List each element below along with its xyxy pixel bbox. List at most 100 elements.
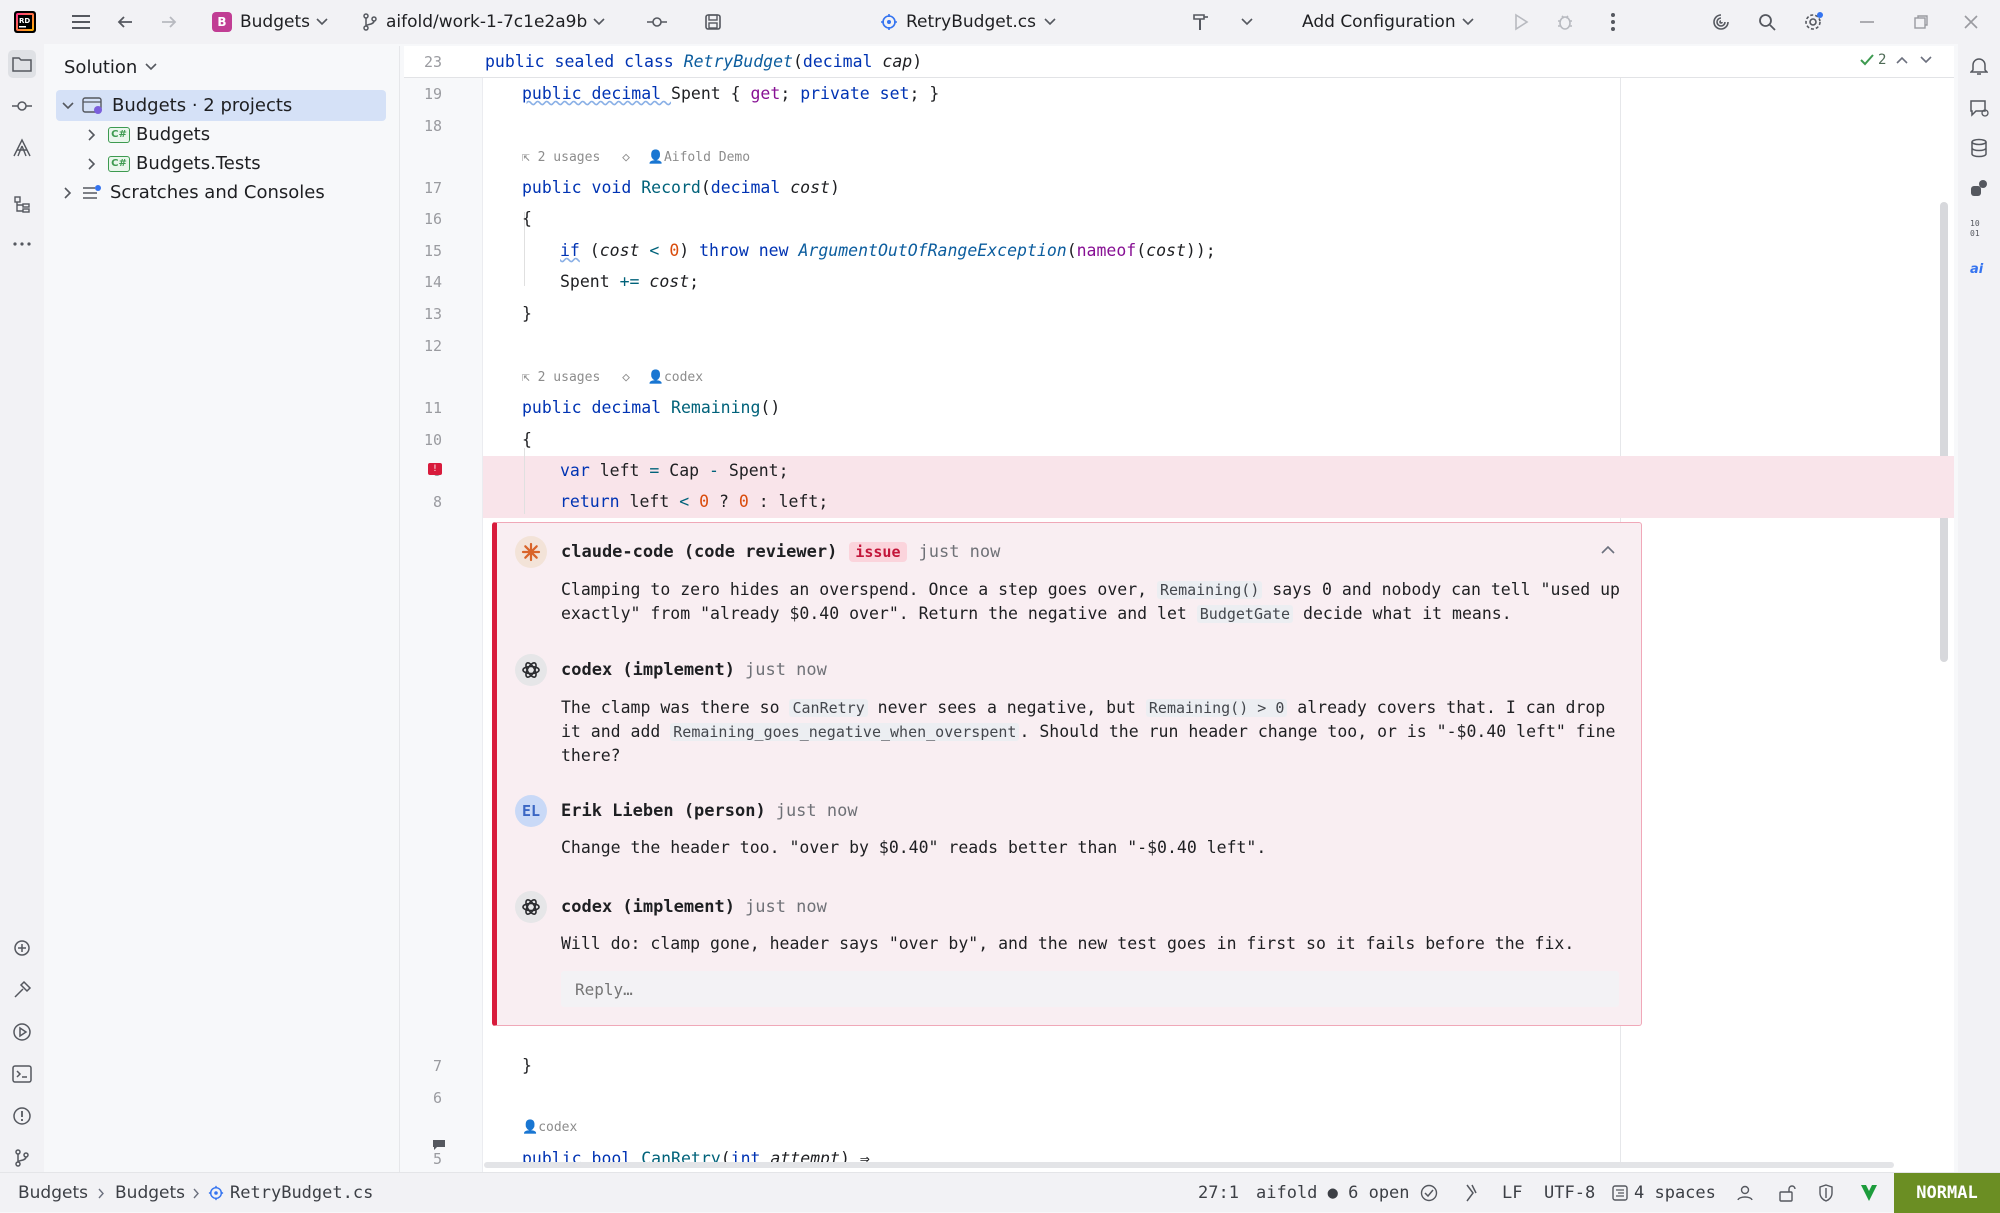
chevron-down-icon[interactable] [1920, 56, 1933, 64]
forward-arrow-icon[interactable] [156, 0, 182, 44]
build-options-chevron-icon[interactable] [1236, 0, 1258, 44]
nuget-icon[interactable] [1965, 174, 1993, 202]
save-icon[interactable] [700, 0, 726, 44]
svg-text:ai: ai [1970, 262, 1984, 276]
build-hammer-icon[interactable] [1188, 0, 1214, 44]
ai-chat-icon[interactable] [1965, 94, 1993, 122]
caret-position[interactable]: 27:1 [1198, 1173, 1239, 1213]
line-separator[interactable]: LF [1502, 1173, 1522, 1213]
code-editor[interactable]: 23 public sealed class RetryBudget(decim… [404, 46, 1954, 1172]
scratches-icon [82, 184, 102, 201]
code-vision-inlay[interactable]: 👤codex [522, 1118, 577, 1138]
minimize-window-icon[interactable] [1854, 0, 1880, 44]
settings-gear-icon[interactable] [1800, 0, 1826, 44]
more-tools-icon[interactable] [8, 230, 36, 258]
horizontal-scrollbar-thumb[interactable] [484, 1162, 1894, 1168]
comment-text: The clamp was there so [561, 698, 790, 717]
file-encoding[interactable]: UTF-8 [1544, 1173, 1595, 1213]
user-icon[interactable] [1736, 1173, 1754, 1213]
inspection-widget[interactable]: 2 [1860, 52, 1933, 68]
indent-setting[interactable]: 4 spaces [1612, 1173, 1716, 1213]
solution-view-selector[interactable]: Solution [64, 54, 157, 80]
review-comment-marker-icon[interactable]: ! [428, 463, 442, 475]
tree-item-scratches[interactable]: Scratches and Consoles [56, 178, 325, 207]
run-configuration-selector[interactable]: Add Configuration [1302, 0, 1474, 44]
commit-tool-icon[interactable] [8, 92, 36, 120]
close-window-icon[interactable] [1958, 0, 1984, 44]
git-tool-icon[interactable] [8, 1144, 36, 1172]
shield-icon[interactable] [1818, 1173, 1834, 1213]
services-icon[interactable] [8, 934, 36, 962]
branch-status[interactable]: aifold ● 6 open [1256, 1173, 1410, 1213]
check-circle-icon[interactable] [1420, 1173, 1438, 1213]
branch-switcher[interactable]: aifold/work-1-7c1e2a9b [362, 0, 605, 44]
issue-badge: issue [849, 542, 907, 562]
claude-avatar-icon [515, 536, 547, 568]
comment-header: claude-code (code reviewer) issue just n… [515, 536, 1000, 568]
collapse-thread-chevron-icon[interactable] [1601, 545, 1615, 554]
code-vision-inlay[interactable]: ⇱ 2 usages ◇ 👤codex [522, 368, 703, 388]
comment-body: The clamp was there so CanRetry never se… [561, 696, 1621, 767]
ai-lightning-icon[interactable] [1464, 1173, 1478, 1213]
code-token: cost [790, 178, 830, 197]
more-actions-icon[interactable] [1600, 0, 1626, 44]
chevron-down-icon [593, 18, 605, 26]
debug-bug-icon[interactable] [1552, 0, 1578, 44]
breadcrumb-item[interactable]: RetryBudget.cs [230, 1183, 373, 1203]
solution-icon [82, 96, 104, 115]
project-switcher[interactable]: B Budgets [212, 0, 328, 44]
database-icon[interactable] [1965, 134, 1993, 162]
breadcrumb-item[interactable]: Budgets [115, 1183, 185, 1203]
ai-assistant-icon[interactable]: ai [1965, 254, 1993, 282]
problems-icon[interactable] [8, 1102, 36, 1130]
build-tool-icon[interactable] [8, 976, 36, 1004]
code-token: return [560, 492, 620, 511]
vim-mode-indicator[interactable]: NORMAL [1894, 1173, 2000, 1213]
tree-item-budgets-tests-project[interactable]: C# Budgets.Tests [82, 149, 261, 178]
run-icon[interactable] [1508, 0, 1534, 44]
search-icon[interactable] [1754, 0, 1780, 44]
inline-code: CanRetry [789, 699, 868, 717]
solution-explorer: Solution Budgets · 2 projects C# Budgets… [46, 46, 400, 1172]
comment-bubble-icon[interactable] [432, 1139, 446, 1151]
vim-logo-icon[interactable] [1860, 1173, 1878, 1213]
back-arrow-icon[interactable] [112, 0, 138, 44]
code-token: ) [830, 178, 840, 197]
sticky-scope-header[interactable]: 23 public sealed class RetryBudget(decim… [404, 46, 1954, 78]
terminal-icon[interactable] [8, 1060, 36, 1088]
tree-item-solution[interactable]: Budgets · 2 projects [56, 91, 292, 120]
structure-icon[interactable] [8, 190, 36, 218]
code-vision-inlay[interactable]: ⇱ 2 usages ◇ 👤Aifold Demo [522, 148, 750, 168]
vertical-scrollbar-thumb[interactable] [1940, 202, 1948, 662]
reply-input[interactable] [561, 971, 1619, 1007]
author-name: Aifold Demo [663, 150, 751, 165]
code-token: : left; [748, 492, 829, 511]
file-tab-switcher[interactable]: RetryBudget.cs [880, 0, 1056, 44]
folder-icon[interactable] [8, 50, 36, 78]
restore-window-icon[interactable] [1908, 0, 1934, 44]
code-token: left [589, 461, 650, 480]
code-token: () [760, 398, 781, 417]
notifications-bell-icon[interactable] [1965, 52, 1993, 80]
class-file-icon [880, 13, 898, 31]
comment-text: never sees a negative, but [867, 698, 1146, 717]
chevron-up-icon[interactable] [1896, 56, 1909, 64]
person-avatar: EL [515, 795, 547, 827]
run-tool-icon[interactable] [8, 1018, 36, 1046]
comment-time: just now [775, 801, 858, 821]
reply-field[interactable] [561, 971, 1619, 1007]
ai-assistant-spiral-icon[interactable] [1708, 0, 1734, 44]
code-token: = [649, 461, 660, 480]
app-logo[interactable]: RD [14, 0, 36, 44]
commit-icon[interactable] [644, 0, 670, 44]
tree-item-budgets-project[interactable]: C# Budgets [82, 120, 210, 149]
breadcrumb-item[interactable]: Budgets [18, 1183, 88, 1203]
main-menu-icon[interactable] [66, 0, 96, 44]
binary-icon[interactable]: 10 01 [1965, 214, 1993, 242]
usages-icon: ⇱ [522, 150, 538, 165]
lock-open-icon[interactable] [1778, 1173, 1796, 1213]
comment-text: Will do: clamp gone, header says "over b… [561, 934, 1575, 953]
code-token: ; [780, 84, 801, 103]
code-token: ; [689, 272, 700, 291]
ai-tool-icon[interactable] [8, 134, 36, 162]
